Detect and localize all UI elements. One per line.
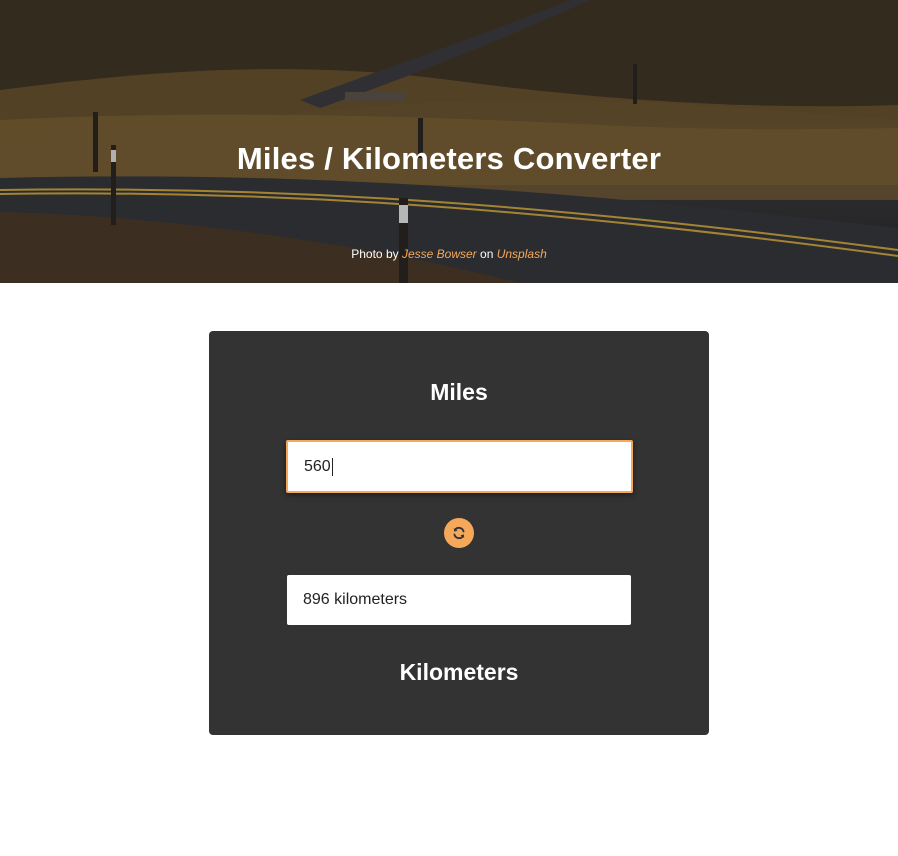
credit-middle: on: [480, 247, 494, 261]
credit-prefix: Photo by: [351, 247, 399, 261]
kilometers-label: Kilometers: [399, 659, 519, 685]
page-title: Miles / Kilometers Converter: [236, 141, 662, 176]
miles-label: Miles: [430, 379, 488, 405]
kilometers-output[interactable]: 896 kilometers: [287, 575, 631, 625]
converter-card: Miles 560 896 kilometers Kilometers: [209, 331, 709, 735]
miles-input-value: 560: [304, 458, 331, 475]
text-caret: [331, 457, 333, 476]
swap-button[interactable]: [444, 518, 474, 548]
refresh-icon: [453, 526, 465, 540]
photo-credit: Photo by Jesse Bowser on Unsplash: [0, 247, 898, 261]
hero-banner: Miles / Kilometers Converter Photo by Je…: [0, 0, 898, 283]
miles-input[interactable]: 560: [286, 440, 633, 493]
unsplash-link[interactable]: Unsplash: [497, 247, 547, 261]
photographer-link[interactable]: Jesse Bowser: [402, 247, 477, 261]
